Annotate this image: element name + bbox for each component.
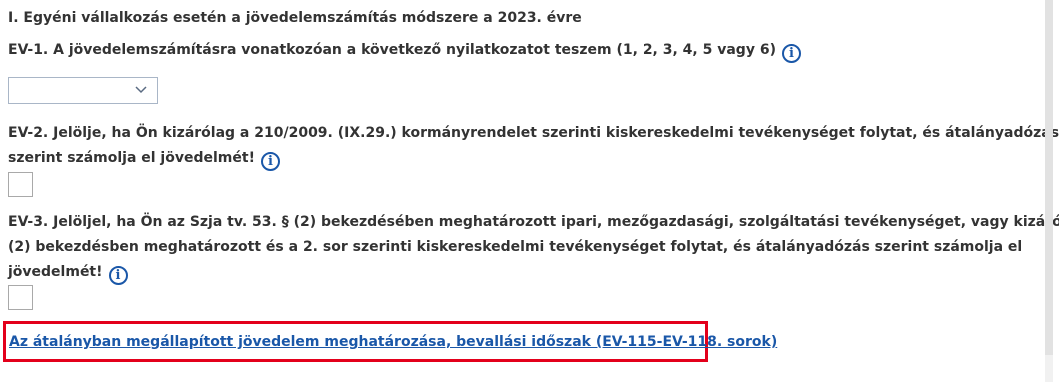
ev1-label: EV-1. A jövedelemszámításra vonatkozóan … bbox=[8, 38, 801, 63]
ev3-line1: EV-3. Jelöljel, ha Ön az Szja tv. 53. § … bbox=[8, 214, 1059, 230]
ev2-line2-row: szerint számolja el jövedelmét! i bbox=[8, 146, 1059, 171]
ev1-label-text: EV-1. A jövedelemszámításra vonatkozóan … bbox=[8, 42, 776, 58]
ev3-label: EV-3. Jelöljel, ha Ön az Szja tv. 53. § … bbox=[8, 210, 1059, 285]
scrollbar-thumb[interactable] bbox=[1045, 0, 1053, 355]
ev3-line3-row: jövedelmét! i bbox=[8, 260, 1059, 285]
ev2-checkbox[interactable] bbox=[8, 172, 33, 197]
ev3-line2: (2) bekezdésben meghatározott és a 2. so… bbox=[8, 239, 1023, 255]
ev2-line2: szerint számolja el jövedelmét! bbox=[8, 150, 255, 166]
ev2-label: EV-2. Jelölje, ha Ön kizárólag a 210/200… bbox=[8, 121, 1059, 171]
ev1-select[interactable] bbox=[8, 77, 158, 104]
chevron-down-icon bbox=[135, 86, 147, 94]
ev3-line3: jövedelmét! bbox=[8, 264, 103, 280]
info-icon[interactable]: i bbox=[260, 152, 280, 171]
section-title: I. Egyéni vállalkozás esetén a jövedelem… bbox=[8, 10, 582, 26]
ev3-checkbox[interactable] bbox=[8, 285, 33, 310]
info-icon[interactable]: i bbox=[781, 44, 801, 63]
info-icon[interactable]: i bbox=[108, 266, 128, 285]
ev2-line1: EV-2. Jelölje, ha Ön kizárólag a 210/200… bbox=[8, 125, 1059, 141]
flat-rate-income-link[interactable]: Az átalányban megállapított jövedelem me… bbox=[9, 334, 777, 350]
